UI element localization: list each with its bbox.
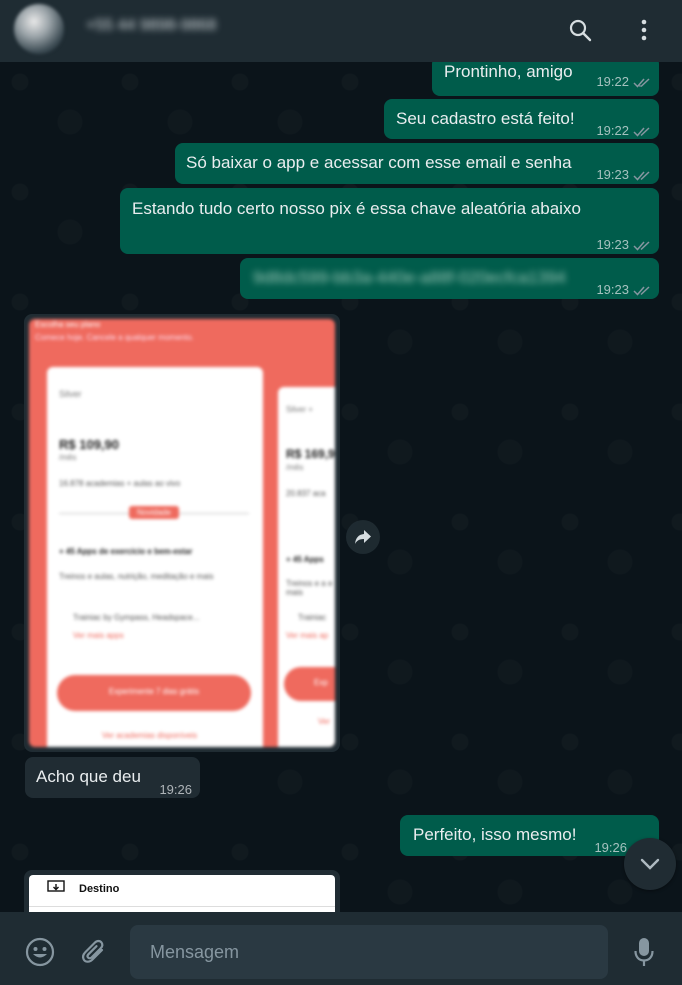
mic-icon (634, 938, 654, 966)
message-time: 19:26 (594, 840, 627, 855)
emoji-button[interactable] (22, 934, 58, 970)
plan-feature: + 45 Apps (286, 555, 324, 564)
plan-footer-link: Ver (318, 717, 331, 726)
plan-feature: Treinos e a e mais (286, 579, 333, 597)
plan-screenshot-image: Escolha seu plano Comece hoje. Cancele a… (29, 319, 335, 747)
chat-area[interactable]: Prontinho, amigo 19:22 Seu cadastro está… (0, 62, 682, 912)
voice-message-button[interactable] (626, 934, 662, 970)
search-icon[interactable] (562, 12, 598, 48)
plan-price: R$ 109,90 (59, 437, 119, 452)
menu-icon[interactable] (626, 12, 662, 48)
plan-tier: Silver + (286, 405, 313, 414)
message-time: 19:26 (295, 731, 328, 746)
incoming-message[interactable]: Acho que deu 19:26 (25, 757, 200, 798)
image-header-title: Escolha seu plano (35, 320, 101, 329)
double-check-icon (633, 240, 650, 251)
pix-key-text: 9d8dc599-bb3a-440e-a88f-020ecfca1394 (253, 268, 566, 287)
outgoing-message[interactable]: 9d8dc599-bb3a-440e-a88f-020ecfca1394 19:… (240, 258, 659, 299)
double-check-icon (633, 285, 650, 296)
message-input[interactable] (130, 925, 608, 979)
outgoing-message[interactable]: Perfeito, isso mesmo! 19:26 (400, 815, 659, 856)
plan-badge: Novidade (129, 506, 179, 519)
outgoing-message[interactable]: Prontinho, amigo 19:22 (432, 62, 659, 96)
plan-card: Silver + R$ 169,9 /mês 20.837 aca + 45 A… (278, 387, 335, 747)
message-time: 19:22 (596, 123, 629, 138)
plan-tier: Silver (59, 389, 82, 399)
plan-cta-label: Exp (314, 678, 328, 687)
message-text: Perfeito, isso mesmo! (413, 825, 577, 844)
forward-button[interactable] (346, 520, 380, 554)
double-check-icon (633, 126, 650, 137)
contact-avatar[interactable] (14, 4, 64, 54)
download-icon (47, 880, 65, 892)
image-header-subtitle: Comece hoje. Cancele a qualquer momento. (35, 333, 194, 342)
scroll-to-bottom-button[interactable] (624, 838, 676, 890)
image-message[interactable]: Destino (24, 870, 340, 912)
plan-footer-link: Ver academias disponíveis (102, 731, 198, 740)
message-time: 19:22 (596, 74, 629, 89)
message-text: Prontinho, amigo (444, 62, 573, 81)
message-text: Seu cadastro está feito! (396, 109, 575, 128)
double-check-icon (633, 77, 650, 88)
plan-more-link: Ver mais apps (73, 631, 124, 640)
compose-bar (0, 912, 682, 985)
outgoing-message[interactable]: Seu cadastro está feito! 19:22 (384, 99, 659, 139)
plan-gyms: 20.837 aca (286, 489, 326, 498)
plan-feature: + 45 Apps de exercício e bem-estar (59, 547, 193, 556)
plan-feature: Treinos e aulas, nutrição, meditação e m… (59, 572, 214, 581)
plan-cta-label: Experimente 7 dias grátis (108, 687, 200, 696)
message-time: 19:26 (159, 782, 192, 797)
plan-more-link: Ver mais ap (286, 631, 329, 640)
plan-period: /mês (286, 463, 304, 472)
message-text: Só baixar o app e acessar com esse email… (186, 153, 572, 172)
message-time: 19:23 (596, 237, 629, 252)
chevron-down-icon (640, 858, 660, 870)
message-time: 19:23 (596, 167, 629, 182)
chat-header: +55 44 9898-9868 (0, 0, 682, 62)
plan-gyms: 16.878 academias + aulas ao vivo (59, 479, 181, 488)
message-text: Estando tudo certo nosso pix é essa chav… (132, 199, 581, 218)
plan-period: /mês (59, 453, 77, 462)
outgoing-message[interactable]: Só baixar o app e acessar com esse email… (175, 143, 659, 184)
plan-card: Silver R$ 109,90 /mês 16.878 academias +… (47, 367, 263, 747)
destination-title: Destino (79, 883, 120, 895)
outgoing-message[interactable]: Estando tudo certo nosso pix é essa chav… (120, 188, 659, 254)
attach-icon (81, 939, 104, 963)
destination-screenshot-image: Destino (29, 875, 335, 912)
forward-icon (355, 530, 371, 544)
plan-cta-button: Experimente 7 dias grátis (57, 675, 251, 711)
message-time: 19:23 (596, 282, 629, 297)
plan-cta-button: Exp (284, 667, 335, 701)
image-message[interactable]: Escolha seu plano Comece hoje. Cancele a… (24, 314, 340, 752)
emoji-icon (25, 937, 55, 967)
plan-feature: Trainiac by Gympass, Headspace... (73, 613, 200, 622)
plan-feature: Trainiac (298, 613, 327, 622)
attach-button[interactable] (76, 934, 112, 970)
contact-name[interactable]: +55 44 9898-9868 (86, 17, 216, 35)
plan-price: R$ 169,9 (286, 447, 335, 461)
double-check-icon (633, 170, 650, 181)
message-text: Acho que deu (36, 767, 141, 786)
